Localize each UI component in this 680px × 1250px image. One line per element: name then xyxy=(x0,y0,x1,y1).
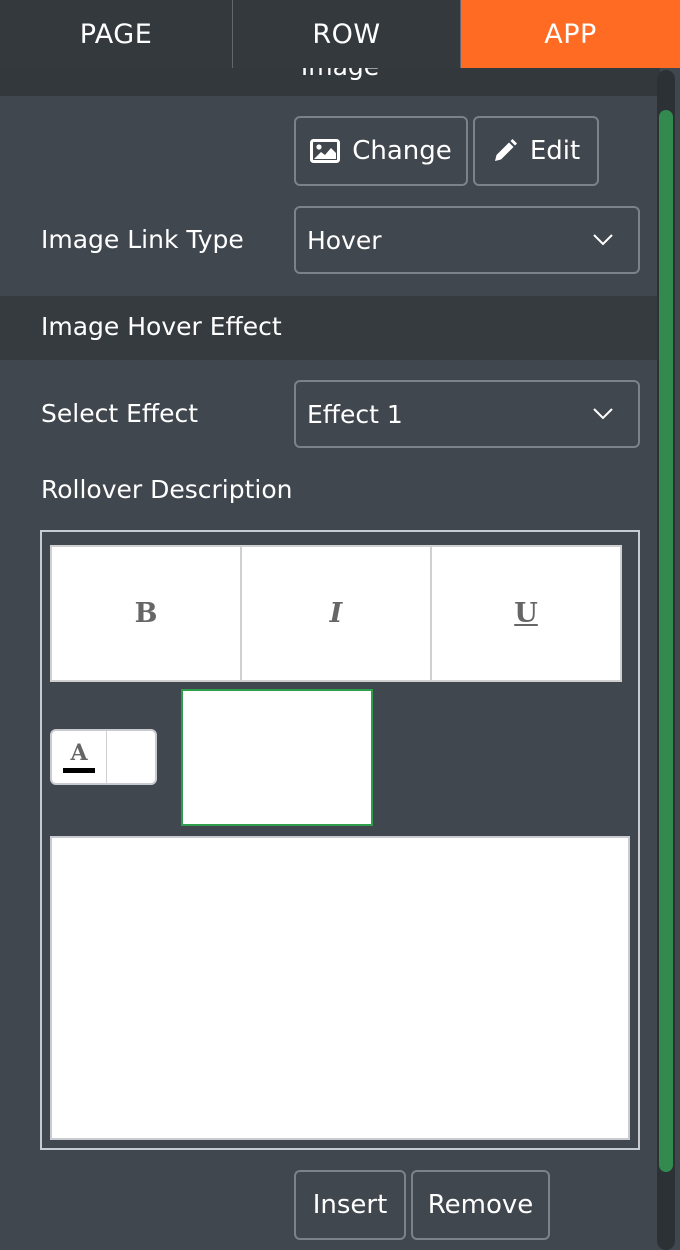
rollover-description-label: Rollover Description xyxy=(41,475,293,504)
top-tabs: PAGE ROW APP xyxy=(0,0,680,68)
rollover-description-textarea[interactable] xyxy=(50,836,630,1140)
edit-label: Edit xyxy=(529,136,581,166)
image-section-header: Image xyxy=(0,68,660,96)
text-color-glyph: A xyxy=(70,740,88,766)
image-link-type-select[interactable]: Hover xyxy=(294,206,640,274)
chevron-down-icon xyxy=(593,408,613,420)
image-link-type-label: Image Link Type xyxy=(41,225,244,254)
italic-button[interactable]: I xyxy=(242,547,432,680)
color-swatch[interactable] xyxy=(181,689,373,826)
chevron-down-icon xyxy=(593,234,613,246)
image-hover-effect-title: Image Hover Effect xyxy=(41,312,282,341)
image-section-title: Image xyxy=(0,68,660,81)
change-image-button[interactable]: Change xyxy=(294,116,468,186)
pencil-icon xyxy=(494,139,517,161)
select-effect-value: Effect 1 xyxy=(307,399,403,429)
image-hover-effect-header: Image Hover Effect xyxy=(0,296,660,360)
bold-button[interactable]: B xyxy=(52,547,242,680)
underline-button[interactable]: U xyxy=(432,547,620,680)
tab-app[interactable]: APP xyxy=(461,0,680,68)
select-effect-dropdown[interactable]: Effect 1 xyxy=(294,380,640,448)
text-color-button[interactable]: A xyxy=(50,729,157,785)
image-icon xyxy=(310,139,341,163)
select-effect-label: Select Effect xyxy=(41,399,199,428)
text-color-dropdown[interactable] xyxy=(107,731,155,783)
insert-label: Insert xyxy=(312,1190,388,1220)
remove-button[interactable]: Remove xyxy=(411,1170,550,1240)
remove-label: Remove xyxy=(427,1190,534,1220)
tab-row[interactable]: ROW xyxy=(233,0,461,68)
edit-image-button[interactable]: Edit xyxy=(473,116,599,186)
format-toolbar: B I U xyxy=(50,545,622,682)
scrollbar-thumb[interactable] xyxy=(659,110,673,1172)
app-panel: PAGE ROW APP Image Change Edit Image Lin… xyxy=(0,0,680,1250)
image-link-type-value: Hover xyxy=(307,225,382,255)
insert-button[interactable]: Insert xyxy=(294,1170,406,1240)
tab-page[interactable]: PAGE xyxy=(0,0,233,68)
text-color-bar xyxy=(63,768,95,773)
change-label: Change xyxy=(352,136,452,166)
text-color-icon: A xyxy=(52,731,107,783)
